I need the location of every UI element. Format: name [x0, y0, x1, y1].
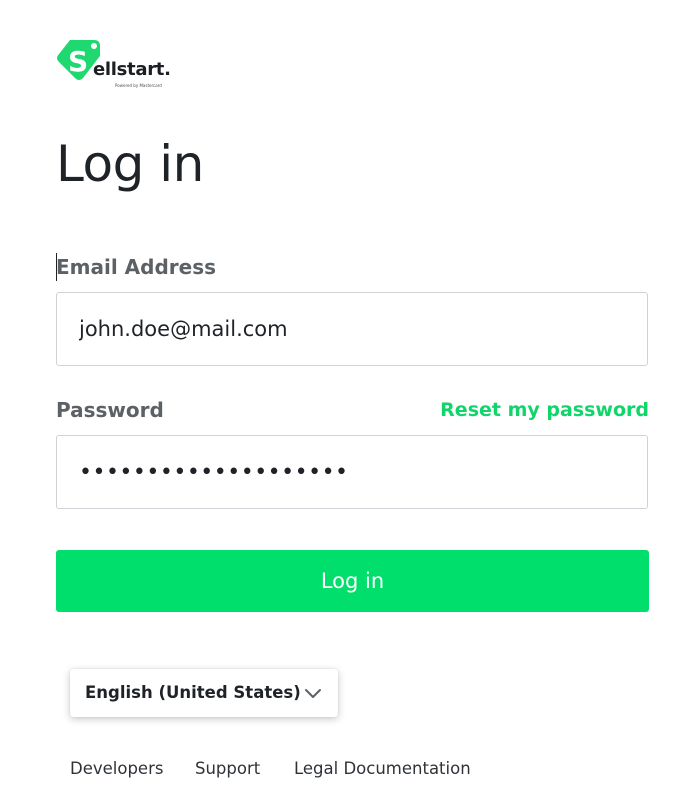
email-label: Email Address [56, 255, 217, 279]
password-label: Password [56, 398, 164, 422]
login-button[interactable]: Log in [56, 550, 649, 612]
page-title: Log in [56, 135, 204, 193]
password-field[interactable] [57, 436, 647, 508]
language-select[interactable]: English (United States) [70, 669, 338, 717]
logo-wordmark: ellstart. [93, 59, 171, 80]
email-field-container [56, 292, 648, 366]
sellstart-logo: S ellstart. Powered by Mastercard [56, 38, 186, 94]
password-field-container [56, 435, 648, 509]
email-field[interactable] [57, 293, 647, 365]
footer-link-support[interactable]: Support [195, 758, 260, 780]
footer-link-legal-documentation[interactable]: Legal Documentation [294, 758, 471, 780]
reset-password-link[interactable]: Reset my password [440, 398, 649, 422]
logo-tagline: Powered by Mastercard [115, 83, 162, 88]
svg-text:S: S [68, 45, 88, 78]
chevron-down-icon [305, 689, 321, 698]
language-selected-value: English (United States) [85, 683, 301, 702]
footer-link-developers[interactable]: Developers [70, 758, 163, 780]
